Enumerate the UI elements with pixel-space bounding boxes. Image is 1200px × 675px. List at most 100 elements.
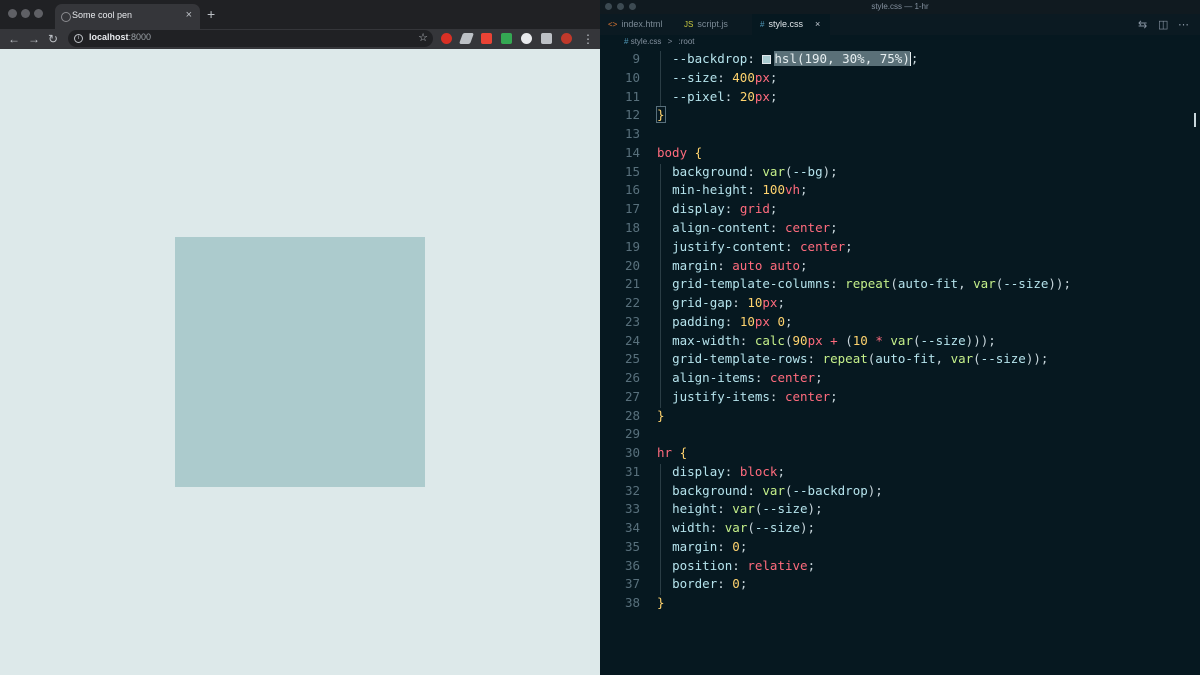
css-number: 0 [777,314,785,329]
css-variable: --bg [792,164,823,179]
css-keyword: auto-fit [897,276,959,291]
bookmark-star-icon[interactable]: ☆ [418,31,428,44]
line-number: 35 [624,539,640,554]
tab-close-button[interactable]: × [815,19,820,29]
site-info-icon[interactable]: i [74,34,83,43]
code-line-27[interactable]: justify-items: center; [657,389,838,404]
code-line-18[interactable]: align-content: center; [657,220,838,235]
code-line-28[interactable]: } [657,408,665,423]
code-line-16[interactable]: min-height: 100vh; [657,182,808,197]
address-url[interactable]: localhost:8000 [89,32,151,42]
editor-titlebar: style.css — 1-hr [600,0,1200,14]
css-selector: body [657,145,688,160]
css-number: 10 [739,314,755,329]
code-line-33[interactable]: height: var(--size); [657,501,823,516]
window-minimize-dot[interactable] [21,9,30,18]
closing-brace: } [656,106,666,123]
url-host: localhost [89,32,129,42]
line-number: 37 [624,576,640,591]
hr-square [175,237,425,487]
line-number: 16 [624,182,640,197]
more-actions-icon[interactable]: ⋯ [1178,18,1189,31]
address-bar[interactable]: i localhost:8000 ☆ [68,30,433,47]
css-value: center [769,370,816,385]
code-line-20[interactable]: margin: auto auto; [657,258,807,273]
code-line-34[interactable]: width: var(--size); [657,520,815,535]
code-line-21[interactable]: grid-template-columns: repeat(auto-fit, … [657,276,1071,291]
css-property: padding [672,314,725,329]
breadcrumb-file[interactable]: style.css [631,37,662,46]
line-number: 13 [624,126,640,141]
code-line-24[interactable]: max-width: calc(90px + (10 * var(--size)… [657,333,996,348]
css-value: auto auto [732,258,801,273]
tab-label: index.html [621,19,663,29]
css-property: --pixel [672,89,725,104]
css-property: height [672,501,718,516]
css-property: position [672,558,733,573]
opening-brace: { [694,145,703,160]
tab-script-js[interactable]: JS script.js [676,14,750,35]
new-tab-button[interactable]: + [207,7,215,21]
css-property: border [672,576,718,591]
reload-button[interactable]: ↻ [48,31,58,47]
window-zoom-dot[interactable] [34,9,43,18]
color-swatch-icon[interactable] [762,55,772,64]
code-line-32[interactable]: background: var(--backdrop); [657,483,883,498]
css-property: grid-gap [672,295,733,310]
line-number: 25 [624,351,640,366]
css-function: var [890,333,913,348]
puzzle-icon[interactable] [541,33,552,44]
code-editor: style.css — 1-hr <> index.html JS script.j… [600,0,1200,675]
code-line-14[interactable]: body { [657,145,702,160]
code-line-15[interactable]: background: var(--bg); [657,164,838,179]
avatar-icon[interactable] [561,33,572,44]
code-line-17[interactable]: display: grid; [657,201,777,216]
code-line-31[interactable]: display: block; [657,464,785,479]
breadcrumb-symbol[interactable]: :root [679,37,695,46]
url-port: :8000 [128,32,152,42]
window-close-dot[interactable] [8,9,17,18]
browser-menu-button[interactable]: ⋮ [582,31,594,47]
line-number: 33 [624,501,640,516]
badge-red-icon[interactable] [481,33,492,44]
code-line-37[interactable]: border: 0; [657,576,747,591]
code-line-25[interactable]: grid-template-rows: repeat(auto-fit, var… [657,351,1048,366]
css-property: display [672,201,725,216]
code-line-38[interactable]: } [657,595,665,610]
source-control-icon[interactable]: ⇆ [1138,18,1147,31]
code-line-36[interactable]: position: relative; [657,558,815,573]
forward-button[interactable]: → [28,31,40,47]
html-file-icon: <> [608,20,618,29]
back-button[interactable]: ← [8,31,20,47]
line-number: 11 [624,89,640,104]
leaf-icon[interactable] [458,33,475,44]
split-editor-icon[interactable]: ◫ [1158,18,1168,31]
line-number: 18 [624,220,640,235]
green-square-icon[interactable] [501,33,512,44]
tab-style-css[interactable]: # style.css × [752,14,830,35]
code-line-22[interactable]: grid-gap: 10px; [657,295,785,310]
selected-value[interactable]: hsl(190, 30%, 75%) [774,51,910,66]
shield-red-icon[interactable] [441,33,452,44]
code-line-10[interactable]: --size: 400px; [657,70,777,85]
css-number: 90 [792,333,808,348]
code-line-30[interactable]: hr { [657,445,687,460]
css-function: repeat [822,351,868,366]
css-property: margin [672,258,718,273]
code-line-9[interactable]: --backdrop: hsl(190, 30%, 75%); [657,51,918,66]
browser-window: Some cool pen × + ← → ↻ i localhost:8000… [0,0,600,675]
code-line-11[interactable]: --pixel: 20px; [657,89,777,104]
code-line-19[interactable]: justify-content: center; [657,239,853,254]
code-line-26[interactable]: align-items: center; [657,370,823,385]
code-line-12[interactable]: } [656,106,666,123]
browser-tab-title: Some cool pen [72,10,133,20]
line-number: 36 [624,558,640,573]
line-number: 10 [624,70,640,85]
code-line-23[interactable]: padding: 10px 0; [657,314,792,329]
browser-tab[interactable]: Some cool pen × [55,4,200,29]
code-line-35[interactable]: margin: 0; [657,539,747,554]
tab-index-html[interactable]: <> index.html [600,14,672,35]
circle-dial-icon[interactable] [521,33,532,44]
tab-close-button[interactable]: × [186,9,192,21]
scrollbar-thumb[interactable] [1194,113,1196,127]
